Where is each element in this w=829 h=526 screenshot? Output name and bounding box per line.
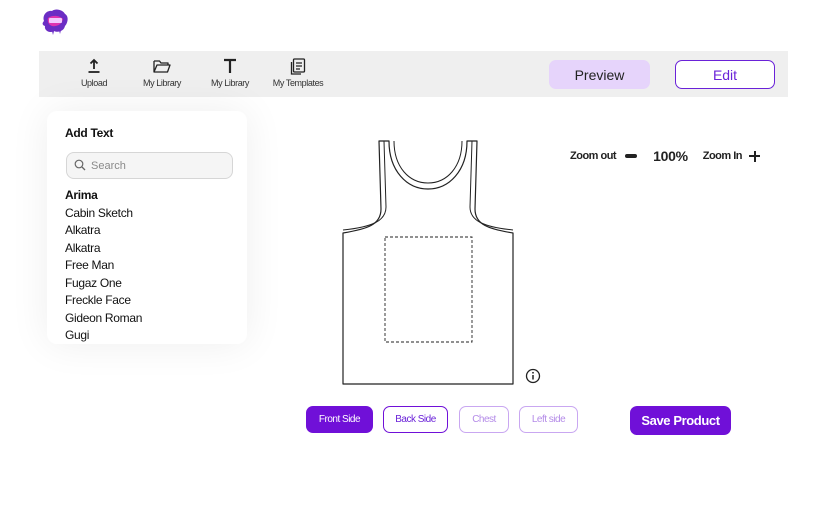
zoom-level: 100% [653,148,688,164]
my-library-text-tool[interactable]: My Library [198,57,262,93]
search-icon [74,159,86,171]
zoom-out-label: Zoom out [570,150,617,162]
font-item-alkatra-2[interactable]: Alkatra [65,240,142,258]
left-side-button[interactable]: Left side [519,406,578,433]
zoom-in-button[interactable] [749,150,760,162]
back-side-button[interactable]: Back Side [383,406,448,433]
chest-button[interactable]: Chest [459,406,509,433]
my-library-tool[interactable]: My Library [130,57,194,93]
font-search [66,152,233,179]
add-text-title: Add Text [65,126,114,140]
my-library-text-tool-label: My Library [210,78,249,88]
my-library-tool-label: My Library [142,78,181,88]
my-templates-tool[interactable]: My Templates [266,57,330,93]
folder-icon [153,57,171,75]
font-item-arima[interactable]: Arima [65,187,142,205]
font-item-cabin-sketch[interactable]: Cabin Sketch [65,205,142,223]
zoom-controls: Zoom out 100% Zoom In [570,148,760,164]
front-side-button[interactable]: Front Side [306,406,373,433]
edit-button[interactable]: Edit [675,60,775,89]
font-item-freckle-face[interactable]: Freckle Face [65,292,142,310]
font-item-gugi[interactable]: Gugi [65,327,142,344]
upload-tool-label: Upload [80,78,108,88]
zoom-in-label: Zoom In [702,150,743,162]
document-icon [290,57,306,75]
save-product-button[interactable]: Save Product [630,406,731,435]
font-item-gideon-roman[interactable]: Gideon Roman [65,310,142,328]
font-search-input[interactable] [91,157,229,175]
font-item-free-man[interactable]: Free Man [65,257,142,275]
zoom-out-button[interactable] [625,154,638,158]
preview-button[interactable]: Preview [549,60,650,89]
brand-logo[interactable] [40,7,70,35]
upload-tool[interactable]: Upload [62,57,126,93]
font-item-alkatra[interactable]: Alkatra [65,222,142,240]
upload-icon [87,57,101,75]
add-text-panel: Add Text Arima Cabin Sketch Alkatra Alka… [47,111,247,344]
text-icon [223,57,237,75]
font-list: Arima Cabin Sketch Alkatra Alkatra Free … [65,187,142,344]
tank-top-canvas[interactable] [339,137,519,387]
my-templates-tool-label: My Templates [272,78,324,88]
info-icon[interactable] [525,368,541,384]
font-item-fugaz-one[interactable]: Fugaz One [65,275,142,293]
toolbar: Upload My Library My Library My Template… [39,51,788,97]
